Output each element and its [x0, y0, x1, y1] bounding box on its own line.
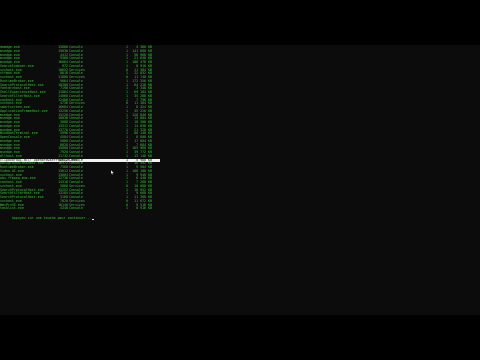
text-cursor [91, 219, 95, 220]
continue-prompt: Appuyez sur une touche pour continuer... [0, 212, 95, 220]
process-name: tasklist.exe [0, 206, 24, 211]
continue-prompt-text: Appuyez sur une touche pour continuer... [11, 216, 92, 220]
tasklist-output: dwmdge.exe 15868 Console 1 4 360 KB msedge.ex… [0, 45, 160, 211]
mouse-pointer-icon [111, 170, 114, 175]
video-frame: dwmdge.exe 15868 Console 1 4 360 KB msedge.ex… [0, 0, 480, 360]
process-mem: 8 916 KB [136, 206, 152, 211]
process-num: 1 [126, 206, 128, 211]
process-session: Console [69, 206, 83, 211]
console-window[interactable]: dwmdge.exe 15868 Console 1 4 360 KB msedge.ex… [0, 45, 480, 315]
process-pid: 4348 [60, 206, 68, 211]
process-row[interactable]: tasklist.exe 4348 Console 1 8 916 KB [0, 206, 160, 211]
